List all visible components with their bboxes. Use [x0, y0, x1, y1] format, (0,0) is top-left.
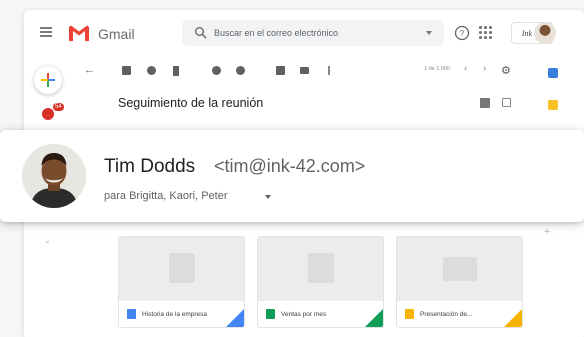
open-in-new-window-icon[interactable]	[502, 98, 511, 107]
plus-icon	[41, 73, 55, 87]
sheets-icon	[266, 309, 275, 319]
message-toolbar: ← 1 de 1.000 ‹ › ⚙	[84, 62, 524, 82]
recipients-line: para Brigitta, Kaori, Peter	[104, 190, 228, 202]
more-options-icon[interactable]	[328, 66, 330, 75]
apps-grid-icon[interactable]	[479, 26, 493, 40]
label-icon[interactable]	[300, 67, 309, 74]
attachment-name: Presentación de...	[420, 310, 473, 318]
attachment-name: Historia de la empresa	[142, 310, 208, 318]
brand-name: Gmail	[98, 26, 135, 42]
svg-text:?: ?	[460, 29, 465, 38]
sender-header-card: Tim Dodds <tim@ink-42.com> para Brigitta…	[0, 130, 584, 222]
unread-badge: 54	[53, 103, 64, 111]
search-icon[interactable]	[194, 26, 208, 40]
archive-icon[interactable]	[122, 66, 131, 75]
sender-photo	[22, 144, 86, 208]
attachments-row: Historia de la empresa Ventas por mes Pr…	[118, 236, 523, 330]
settings-gear-icon[interactable]: ⚙	[501, 64, 511, 77]
attachment-name: Ventas por mes	[281, 310, 327, 318]
sender-name[interactable]: Tim Dodds	[104, 156, 195, 178]
top-bar: Gmail ? Ink 42	[24, 10, 584, 58]
help-icon[interactable]: ?	[454, 25, 470, 41]
move-to-icon[interactable]	[276, 66, 285, 75]
back-arrow-icon[interactable]: ←	[84, 64, 95, 76]
sender-email[interactable]: <tim@ink-42.com>	[214, 156, 365, 177]
newer-chevron-icon[interactable]: ›	[483, 63, 486, 74]
older-chevron-icon[interactable]: ‹	[464, 63, 467, 74]
gmail-logo-icon[interactable]	[67, 23, 91, 43]
slides-corner-icon	[504, 309, 522, 327]
attachment-card[interactable]: Historia de la empresa	[118, 236, 245, 328]
account-avatar[interactable]	[534, 22, 556, 44]
add-addon-icon[interactable]: +	[544, 226, 550, 238]
report-spam-icon[interactable]	[147, 66, 156, 75]
mark-unread-icon[interactable]	[212, 66, 221, 75]
print-icon[interactable]	[480, 98, 490, 108]
attachment-card[interactable]: Ventas por mes	[257, 236, 384, 328]
spreadsheet-thumbnail	[308, 253, 334, 283]
search-input[interactable]	[214, 24, 404, 42]
sender-avatar[interactable]	[22, 144, 86, 208]
expand-chevron-icon[interactable]: ⌄	[44, 236, 51, 245]
email-subject: Seguimiento de la reunión	[118, 96, 264, 110]
snooze-icon[interactable]	[236, 66, 245, 75]
pagination-count: 1 de 1.000	[424, 66, 450, 72]
search-options-icon[interactable]	[426, 31, 432, 35]
sheets-corner-icon	[365, 309, 383, 327]
show-details-chevron-icon[interactable]	[265, 195, 271, 199]
attachment-card[interactable]: Presentación de...	[396, 236, 523, 328]
main-menu-icon[interactable]	[40, 27, 52, 37]
search-bar[interactable]	[182, 20, 444, 46]
calendar-icon[interactable]	[548, 68, 558, 78]
delete-icon[interactable]	[173, 66, 179, 76]
docs-corner-icon	[226, 309, 244, 327]
slides-icon	[405, 309, 414, 319]
presentation-thumbnail	[443, 257, 477, 281]
keep-icon[interactable]	[548, 100, 558, 110]
document-thumbnail	[169, 253, 195, 283]
docs-icon	[127, 309, 136, 319]
compose-button[interactable]	[34, 66, 62, 94]
